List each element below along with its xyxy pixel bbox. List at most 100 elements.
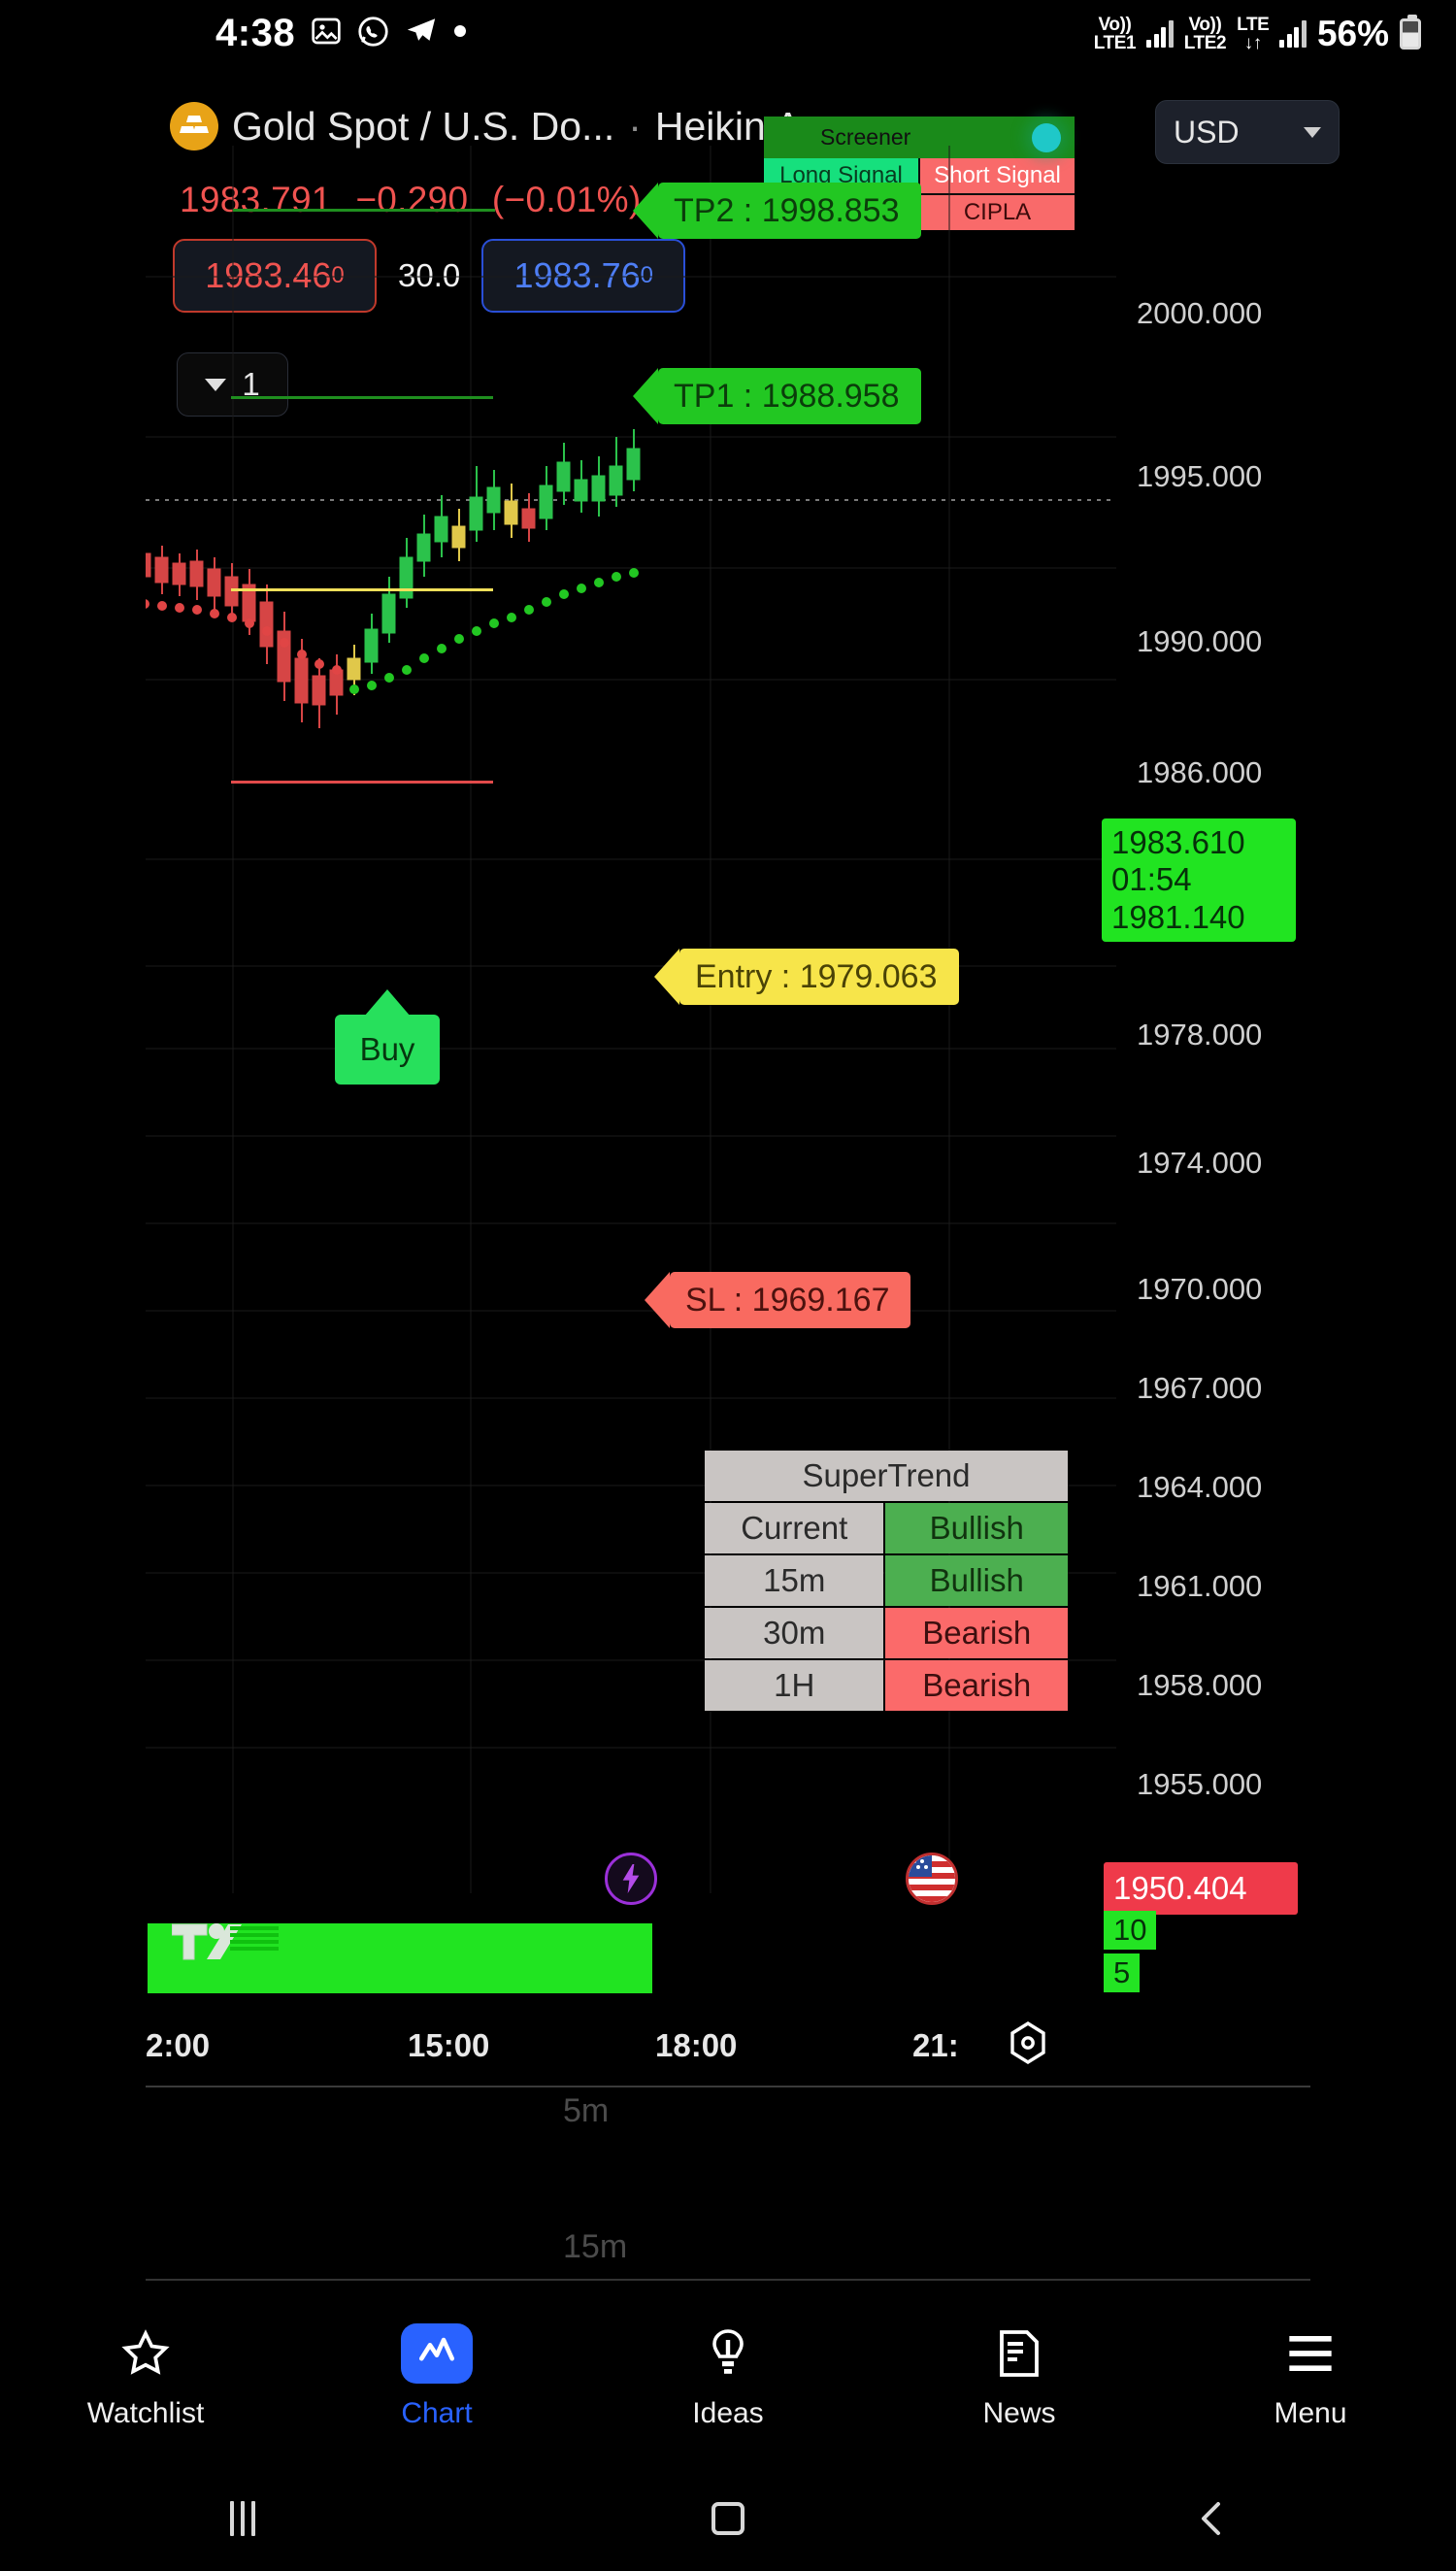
volte-sim2-icon: Vo)) LTE2 xyxy=(1183,15,1227,53)
signal-bars-sim2-icon xyxy=(1279,20,1307,48)
nav-label-news: News xyxy=(982,2396,1056,2429)
supertrend-tf-current: Current xyxy=(705,1503,884,1553)
nav-item-ideas[interactable]: Ideas xyxy=(582,2287,874,2466)
lte-data-icon: LTE ↓↑ xyxy=(1237,15,1270,53)
telegram-icon xyxy=(405,15,438,52)
sl-label: SL : 1969.167 xyxy=(644,1272,911,1328)
price-tick: 1958.000 xyxy=(1137,1668,1263,1702)
bar-countdown: 01:54 xyxy=(1111,861,1192,898)
image-icon xyxy=(311,16,342,51)
symbol-name: Gold Spot / U.S. Do... xyxy=(232,103,615,149)
supertrend-val-30m: Bearish xyxy=(885,1608,1068,1658)
volume-tick-5: 5 xyxy=(1104,1953,1141,1992)
status-time: 4:38 xyxy=(215,12,296,54)
axis-divider xyxy=(146,2086,1310,2087)
time-tick: 15:00 xyxy=(408,2027,490,2063)
low-price-tag: 1950.404 xyxy=(1104,1862,1298,1915)
volte-sim1-icon: Vo)) LTE1 xyxy=(1093,15,1137,53)
lightbulb-icon xyxy=(692,2323,764,2384)
document-icon xyxy=(983,2323,1055,2384)
bottom-navigation: Watchlist Chart Ideas News Menu xyxy=(0,2287,1456,2466)
entry-line xyxy=(231,588,493,591)
table-row: Current Bullish xyxy=(705,1503,1068,1553)
table-row: 1H Bearish xyxy=(705,1660,1068,1711)
volume-pane xyxy=(148,1918,1118,1995)
price-tick: 1964.000 xyxy=(1137,1470,1263,1504)
whatsapp-icon xyxy=(357,16,389,52)
hamburger-icon xyxy=(1274,2323,1346,2384)
home-icon xyxy=(711,2502,745,2535)
nav-item-menu[interactable]: Menu xyxy=(1165,2287,1456,2466)
chart-line-icon xyxy=(401,2322,473,2384)
supertrend-tf-30m: 30m xyxy=(705,1608,884,1658)
price-tick: 1978.000 xyxy=(1137,1018,1263,1052)
signal-bars-sim1-icon xyxy=(1146,20,1174,48)
supertrend-tf-1h: 1H xyxy=(705,1660,884,1711)
alerts-lightning-icon[interactable] xyxy=(605,1853,657,1905)
price-tick: 1970.000 xyxy=(1137,1272,1263,1306)
nav-item-chart[interactable]: Chart xyxy=(291,2287,582,2466)
android-recents-button[interactable] xyxy=(0,2501,485,2536)
chart-toolbar: XAUUSD 5m xyxy=(0,2112,1456,2228)
app-screen: 4:38 Vo)) LTE1 Vo)) LTE2 LTE ↓↑ 56% Gold… xyxy=(0,0,1456,2571)
android-back-button[interactable] xyxy=(971,2499,1456,2538)
battery-percent: 56% xyxy=(1316,14,1389,53)
time-axis[interactable]: 2:00 15:00 18:00 21: xyxy=(146,2020,1310,2086)
us-flag-icon xyxy=(906,1853,958,1905)
tp2-label: TP2 : 1998.853 xyxy=(633,183,921,239)
price-tick: 1986.000 xyxy=(1137,755,1263,789)
gold-bars-icon xyxy=(170,102,218,150)
nav-label-watchlist: Watchlist xyxy=(86,2396,205,2429)
price-tick: 1974.000 xyxy=(1137,1146,1263,1180)
price-tick: 2000.000 xyxy=(1137,296,1263,330)
supertrend-table[interactable]: SuperTrend Current Bullish 15m Bullish 3… xyxy=(703,1449,1070,1713)
tp2-line xyxy=(233,209,495,212)
supertrend-tf-15m: 15m xyxy=(705,1555,884,1606)
status-bar: 4:38 Vo)) LTE1 Vo)) LTE2 LTE ↓↑ 56% xyxy=(0,0,1456,68)
nav-item-watchlist[interactable]: Watchlist xyxy=(0,2287,291,2466)
sl-line xyxy=(231,781,493,784)
table-row: 15m Bullish xyxy=(705,1555,1068,1606)
entry-label: Entry : 1979.063 xyxy=(654,949,959,1005)
ghost-timeframe-5m: 5m xyxy=(563,2092,610,2129)
supertrend-val-15m: Bullish xyxy=(885,1555,1068,1606)
star-icon xyxy=(110,2323,182,2384)
ghost-timeframe-15m: 15m xyxy=(563,2228,628,2265)
symbol-header[interactable]: Gold Spot / U.S. Do... · Heikin A... xyxy=(170,102,834,150)
secondary-price-value: 1981.140 xyxy=(1111,898,1245,935)
supertrend-val-current: Bullish xyxy=(885,1503,1068,1553)
volume-tick-10: 10 xyxy=(1104,1911,1157,1950)
recents-icon xyxy=(230,2501,255,2536)
header-separator: · xyxy=(628,103,642,149)
tp1-label: TP1 : 1988.958 xyxy=(633,368,921,424)
tradingview-logo-icon xyxy=(171,1922,283,1966)
price-tick: 1967.000 xyxy=(1137,1371,1263,1405)
battery-icon xyxy=(1400,15,1421,50)
price-axis[interactable]: 2000.000 1995.000 1990.000 1986.000 1978… xyxy=(1121,146,1456,1990)
nav-label-menu: Menu xyxy=(1274,2396,1347,2429)
android-navigation-bar xyxy=(0,2466,1456,2571)
nav-label-ideas: Ideas xyxy=(692,2396,764,2429)
time-tick: 18:00 xyxy=(655,2027,738,2063)
back-chevron-icon xyxy=(1202,2502,1220,2535)
currency-value: USD xyxy=(1174,114,1240,150)
status-bar-left: 4:38 xyxy=(215,12,467,55)
price-tick: 1961.000 xyxy=(1137,1569,1263,1603)
android-home-button[interactable] xyxy=(485,2502,971,2535)
nav-label-chart: Chart xyxy=(401,2396,473,2429)
price-tick: 1955.000 xyxy=(1137,1767,1263,1801)
price-tick: 1990.000 xyxy=(1137,624,1263,658)
dot-icon xyxy=(453,24,467,43)
supertrend-val-1h: Bearish xyxy=(885,1660,1068,1711)
table-row: 30m Bearish xyxy=(705,1608,1068,1658)
table-row: SuperTrend xyxy=(705,1451,1068,1501)
current-price-tag: 1983.610 01:54 1981.140 xyxy=(1102,818,1296,942)
nav-divider xyxy=(146,2279,1310,2281)
chart-settings-icon[interactable] xyxy=(1005,2020,1051,2074)
tp1-line xyxy=(231,396,493,399)
price-tick: 1995.000 xyxy=(1137,459,1263,493)
time-tick: 2:00 xyxy=(146,2027,211,2063)
supertrend-title: SuperTrend xyxy=(705,1451,1068,1501)
nav-item-news[interactable]: News xyxy=(874,2287,1165,2466)
time-tick: 21: xyxy=(912,2027,959,2063)
